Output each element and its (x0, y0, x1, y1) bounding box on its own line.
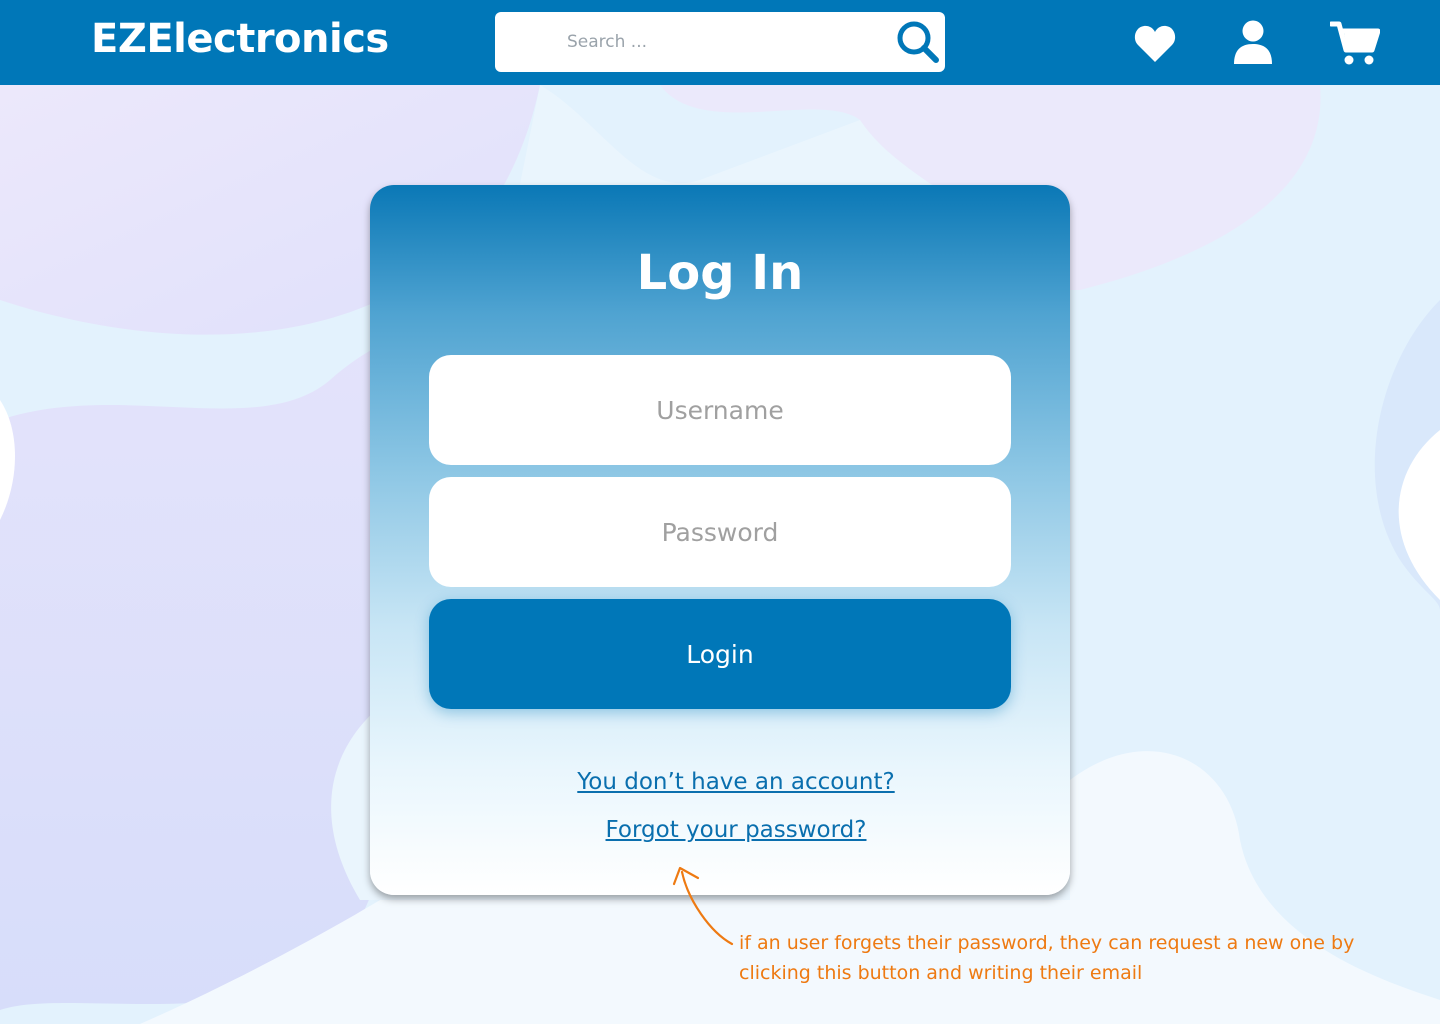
user-icon[interactable] (1232, 20, 1274, 64)
site-logo[interactable]: EZElectronics (91, 16, 389, 62)
annotation-arrow-icon (672, 866, 734, 946)
login-card: Log In Login You don’t have an account? … (370, 185, 1070, 895)
top-navigation-bar: EZElectronics (0, 0, 1440, 85)
cart-icon[interactable] (1330, 20, 1380, 66)
search-bar (495, 12, 945, 72)
login-button[interactable]: Login (429, 599, 1011, 709)
heart-icon[interactable] (1133, 24, 1177, 64)
username-field[interactable] (429, 355, 1011, 465)
search-icon[interactable] (896, 20, 940, 64)
signup-link[interactable]: You don’t have an account? (577, 769, 894, 795)
login-title: Log In (636, 245, 804, 301)
forgot-password-link[interactable]: Forgot your password? (606, 817, 867, 843)
annotation-note: if an user forgets their password, they … (739, 932, 1355, 984)
password-field[interactable] (429, 477, 1011, 587)
signup-link-container: You don’t have an account? (386, 769, 1086, 795)
forgot-password-link-container: Forgot your password? (386, 817, 1086, 843)
search-input[interactable] (567, 12, 867, 72)
